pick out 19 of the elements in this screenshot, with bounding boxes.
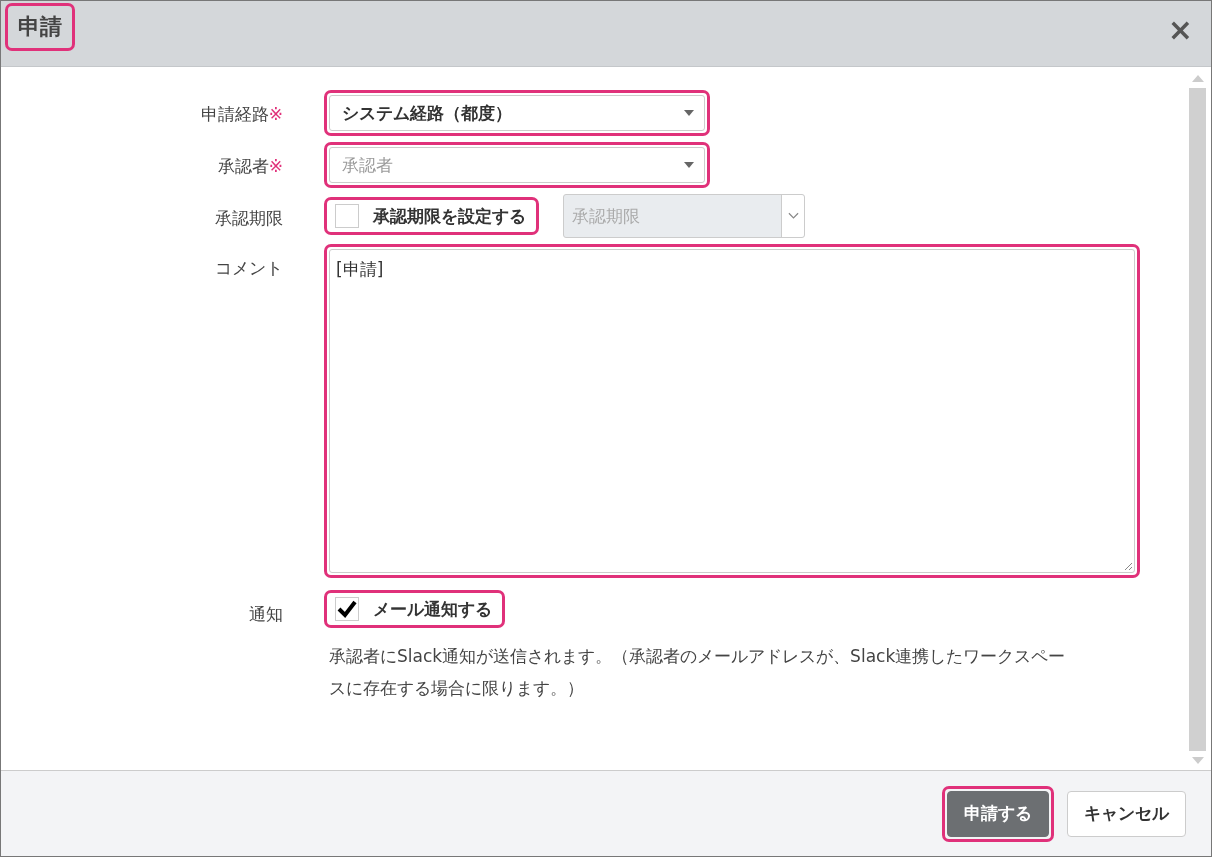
submit-button[interactable]: 申請する: [947, 790, 1049, 837]
dialog-title: 申請: [17, 13, 63, 41]
field-label: 申請経路※: [199, 103, 283, 126]
caret-icon: [684, 110, 694, 116]
cancel-button[interactable]: キャンセル: [1067, 790, 1186, 837]
chevron-down-icon: [787, 212, 799, 220]
resize-handle-icon[interactable]: [1123, 561, 1133, 571]
comment-field[interactable]: [申請]: [329, 249, 1135, 573]
select-field[interactable]: システム経路（都度）: [329, 95, 705, 131]
checkbox[interactable]: 承認期限を設定する: [329, 202, 534, 230]
checkbox[interactable]: メール通知する: [329, 595, 500, 623]
close-button[interactable]: ×: [1163, 15, 1197, 45]
field-label: コメント: [214, 257, 283, 280]
field-label: 承認期限: [214, 207, 283, 230]
help-text: 承認者にSlack通知が送信されます。（承認者のメールアドレスが、Slack連携したワークスペースに存在する場合に限ります。）: [329, 645, 1067, 700]
checkmark-icon: [337, 599, 357, 619]
caret-icon: [684, 162, 694, 168]
field-label: 承認者※: [216, 155, 283, 178]
field-label: 通知: [248, 603, 283, 626]
